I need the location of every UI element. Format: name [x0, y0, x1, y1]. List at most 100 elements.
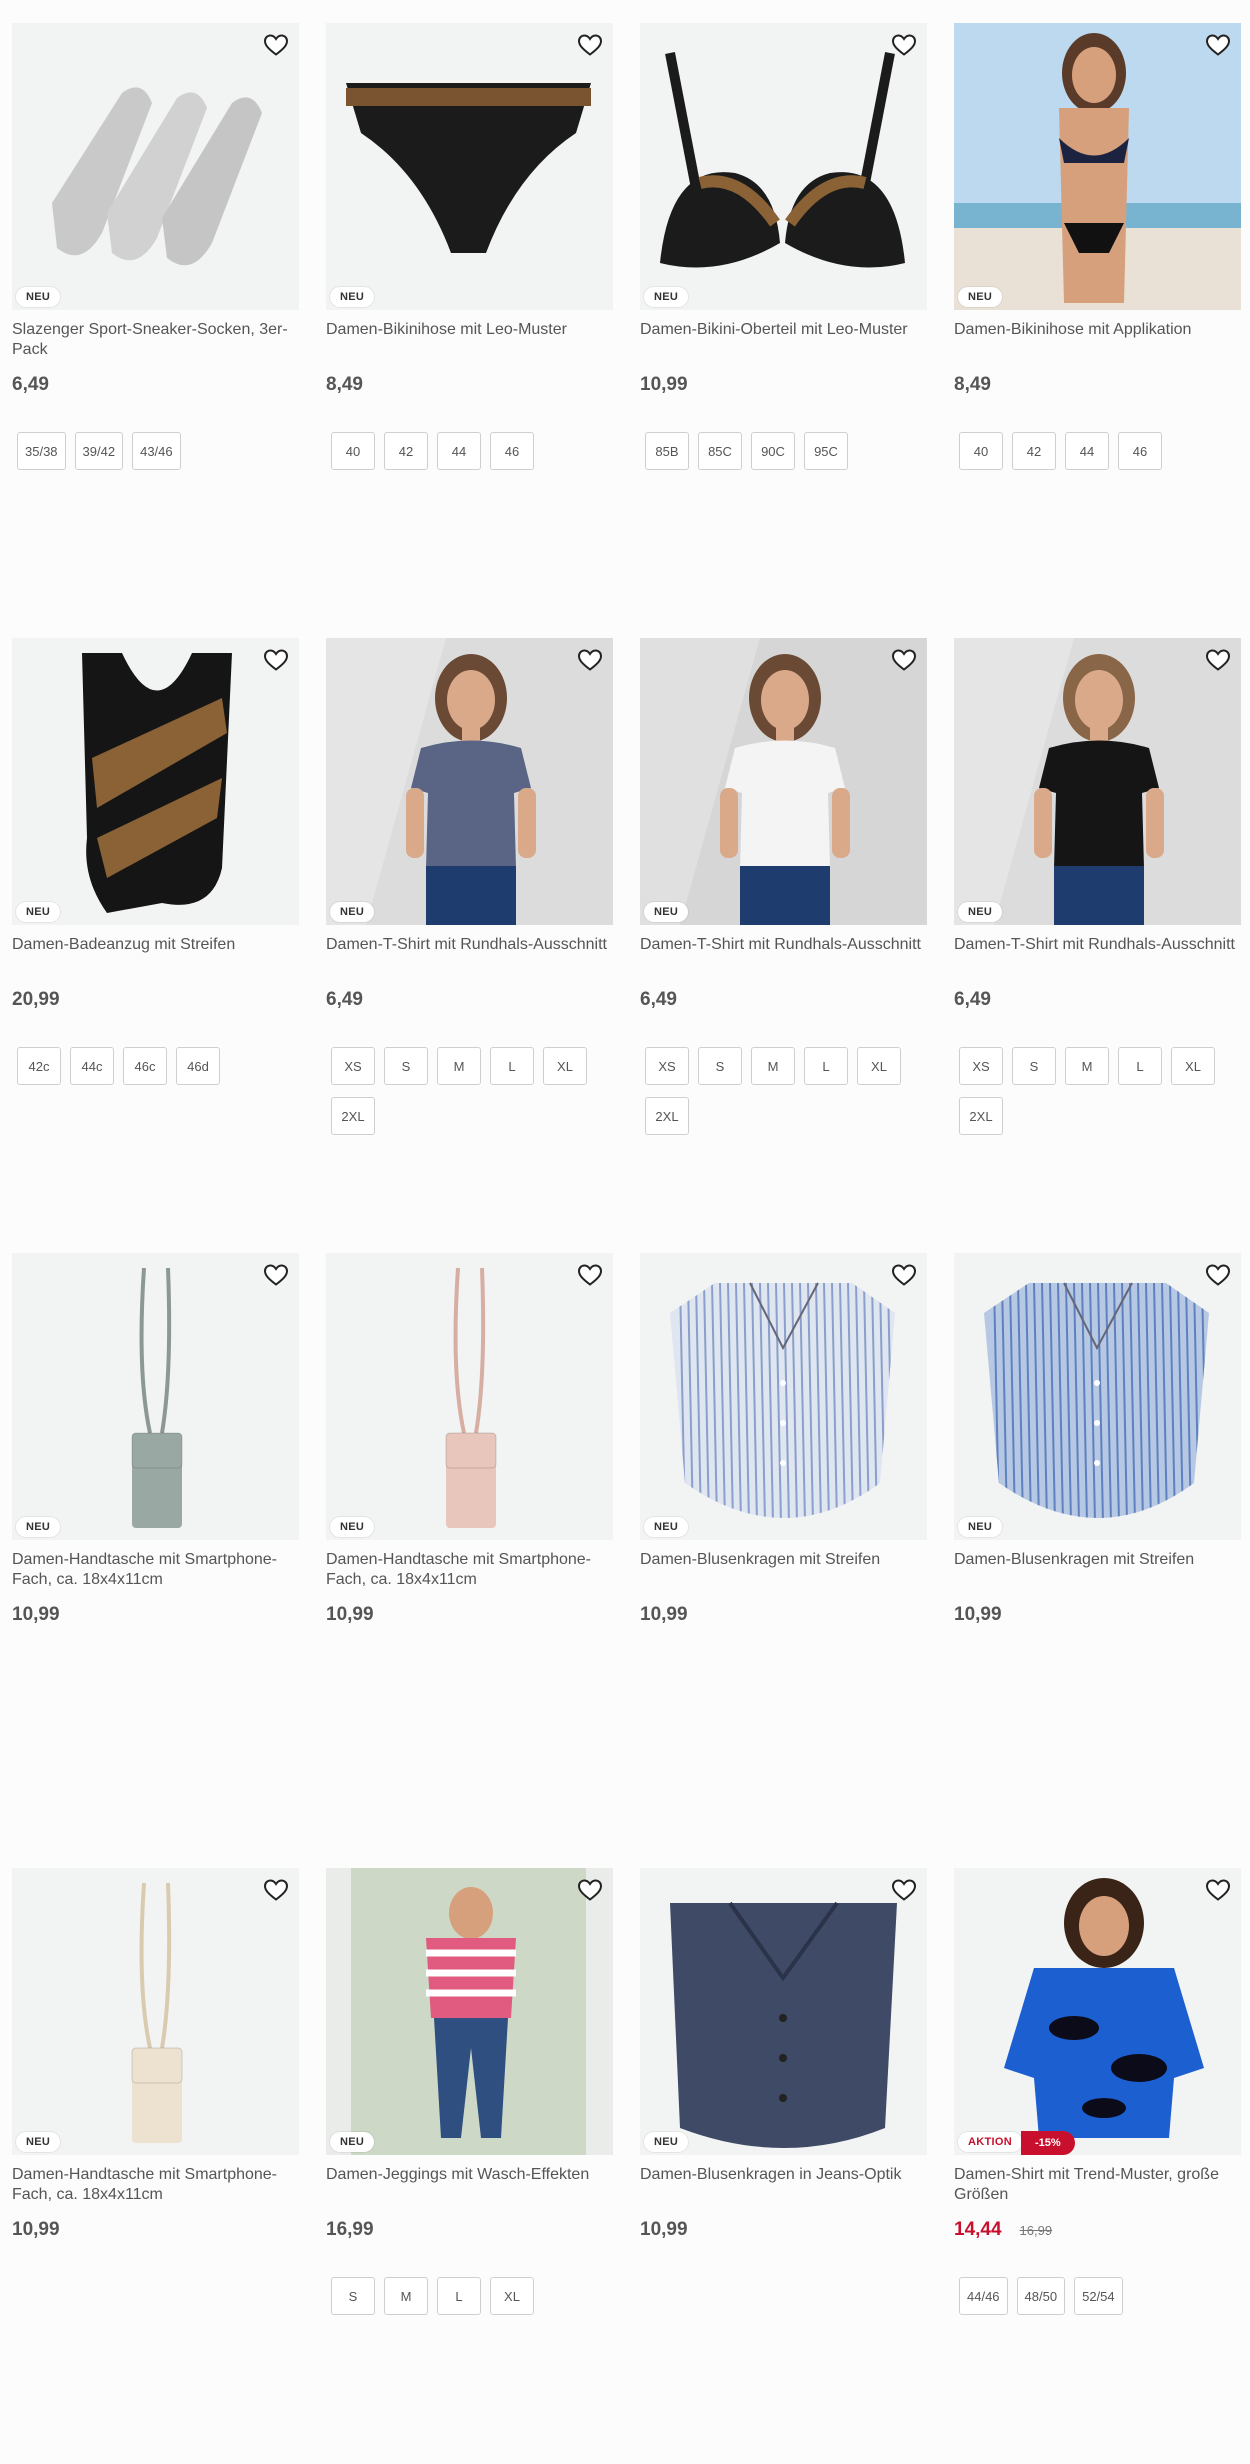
- product-card[interactable]: NEU Damen-T-Shirt mit Rundhals-Ausschnit…: [640, 638, 927, 1135]
- size-option[interactable]: 42: [1012, 432, 1056, 470]
- product-image[interactable]: NEU: [326, 23, 613, 310]
- wishlist-heart-icon[interactable]: [891, 648, 917, 672]
- size-option[interactable]: 44: [437, 432, 481, 470]
- wishlist-heart-icon[interactable]: [577, 33, 603, 57]
- product-title[interactable]: Damen-Shirt mit Trend-Muster, große Größ…: [954, 2165, 1241, 2205]
- size-option[interactable]: L: [490, 1047, 534, 1085]
- size-option[interactable]: S: [698, 1047, 742, 1085]
- size-option[interactable]: 39/42: [74, 432, 124, 470]
- size-option[interactable]: 46: [1118, 432, 1162, 470]
- size-option[interactable]: 46: [490, 432, 534, 470]
- product-title[interactable]: Damen-Jeggings mit Wasch-Effekten: [326, 2165, 613, 2205]
- size-option[interactable]: 44c: [70, 1047, 114, 1085]
- size-option[interactable]: 44: [1065, 432, 1109, 470]
- size-option[interactable]: 2XL: [959, 1097, 1003, 1135]
- size-option[interactable]: 40: [331, 432, 375, 470]
- size-option[interactable]: 2XL: [331, 1097, 375, 1135]
- product-title[interactable]: Damen-Badeanzug mit Streifen: [12, 935, 299, 975]
- product-card[interactable]: NEU Damen-Badeanzug mit Streifen 20,99 4…: [12, 638, 299, 1085]
- product-title[interactable]: Damen-Bikini-Oberteil mit Leo-Muster: [640, 320, 927, 360]
- product-card[interactable]: NEU Damen-Handtasche mit Smartphone-Fach…: [326, 1253, 613, 1626]
- product-image[interactable]: NEU: [640, 638, 927, 925]
- product-title[interactable]: Damen-Blusenkragen mit Streifen: [954, 1550, 1241, 1590]
- wishlist-heart-icon[interactable]: [263, 1263, 289, 1287]
- product-card[interactable]: AKTION -15% Damen-Shirt mit Trend-Muster…: [954, 1868, 1241, 2315]
- wishlist-heart-icon[interactable]: [577, 648, 603, 672]
- product-title[interactable]: Damen-Bikinihose mit Applikation: [954, 320, 1241, 360]
- size-option[interactable]: 46d: [176, 1047, 220, 1085]
- product-card[interactable]: NEU Damen-Handtasche mit Smartphone-Fach…: [12, 1868, 299, 2241]
- size-option[interactable]: 42c: [17, 1047, 61, 1085]
- product-title[interactable]: Damen-Bikinihose mit Leo-Muster: [326, 320, 613, 360]
- size-option[interactable]: 85C: [698, 432, 742, 470]
- size-option[interactable]: XS: [331, 1047, 375, 1085]
- wishlist-heart-icon[interactable]: [263, 1878, 289, 1902]
- size-option[interactable]: 52/54: [1074, 2277, 1123, 2315]
- product-title[interactable]: Damen-Handtasche mit Smartphone-Fach, ca…: [326, 1550, 613, 1590]
- product-title[interactable]: Slazenger Sport-Sneaker-Socken, 3er-Pack: [12, 320, 299, 360]
- size-option[interactable]: XL: [543, 1047, 587, 1085]
- product-title[interactable]: Damen-T-Shirt mit Rundhals-Ausschnitt: [640, 935, 927, 975]
- product-card[interactable]: NEU Damen-Blusenkragen mit Streifen 10,9…: [640, 1253, 927, 1626]
- product-image[interactable]: NEU: [954, 638, 1241, 925]
- product-title[interactable]: Damen-Handtasche mit Smartphone-Fach, ca…: [12, 1550, 299, 1590]
- size-option[interactable]: 42: [384, 432, 428, 470]
- product-title[interactable]: Damen-Blusenkragen mit Streifen: [640, 1550, 927, 1590]
- product-card[interactable]: NEU Damen-T-Shirt mit Rundhals-Ausschnit…: [954, 638, 1241, 1135]
- product-card[interactable]: NEU Damen-T-Shirt mit Rundhals-Ausschnit…: [326, 638, 613, 1135]
- size-option[interactable]: XS: [959, 1047, 1003, 1085]
- product-image[interactable]: NEU: [640, 1868, 927, 2155]
- size-option[interactable]: L: [1118, 1047, 1162, 1085]
- wishlist-heart-icon[interactable]: [263, 33, 289, 57]
- size-option[interactable]: M: [384, 2277, 428, 2315]
- size-option[interactable]: 35/38: [17, 432, 66, 470]
- wishlist-heart-icon[interactable]: [891, 1263, 917, 1287]
- wishlist-heart-icon[interactable]: [1205, 648, 1231, 672]
- product-card[interactable]: NEU Slazenger Sport-Sneaker-Socken, 3er-…: [12, 23, 299, 470]
- product-card[interactable]: NEU Damen-Bikini-Oberteil mit Leo-Muster…: [640, 23, 927, 470]
- product-image[interactable]: NEU: [954, 23, 1241, 310]
- wishlist-heart-icon[interactable]: [891, 33, 917, 57]
- product-card[interactable]: NEU Damen-Blusenkragen in Jeans-Optik 10…: [640, 1868, 927, 2241]
- size-option[interactable]: XS: [645, 1047, 689, 1085]
- size-option[interactable]: S: [384, 1047, 428, 1085]
- product-image[interactable]: AKTION -15%: [954, 1868, 1241, 2155]
- size-option[interactable]: L: [804, 1047, 848, 1085]
- size-option[interactable]: S: [331, 2277, 375, 2315]
- wishlist-heart-icon[interactable]: [577, 1878, 603, 1902]
- wishlist-heart-icon[interactable]: [577, 1263, 603, 1287]
- product-image[interactable]: NEU: [640, 1253, 927, 1540]
- wishlist-heart-icon[interactable]: [1205, 33, 1231, 57]
- wishlist-heart-icon[interactable]: [891, 1878, 917, 1902]
- product-image[interactable]: NEU: [12, 1868, 299, 2155]
- size-option[interactable]: 95C: [804, 432, 848, 470]
- size-option[interactable]: 46c: [123, 1047, 167, 1085]
- product-image[interactable]: NEU: [326, 638, 613, 925]
- product-card[interactable]: NEU Damen-Bikinihose mit Leo-Muster 8,49…: [326, 23, 613, 470]
- product-image[interactable]: NEU: [326, 1868, 613, 2155]
- product-image[interactable]: NEU: [326, 1253, 613, 1540]
- size-option[interactable]: 2XL: [645, 1097, 689, 1135]
- size-option[interactable]: M: [1065, 1047, 1109, 1085]
- product-card[interactable]: NEU Damen-Handtasche mit Smartphone-Fach…: [12, 1253, 299, 1626]
- product-title[interactable]: Damen-T-Shirt mit Rundhals-Ausschnitt: [954, 935, 1241, 975]
- size-option[interactable]: 43/46: [132, 432, 181, 470]
- size-option[interactable]: XL: [490, 2277, 534, 2315]
- product-card[interactable]: NEU Damen-Jeggings mit Wasch-Effekten 16…: [326, 1868, 613, 2315]
- product-title[interactable]: Damen-T-Shirt mit Rundhals-Ausschnitt: [326, 935, 613, 975]
- size-option[interactable]: 85B: [645, 432, 689, 470]
- size-option[interactable]: XL: [1171, 1047, 1215, 1085]
- product-image[interactable]: NEU: [954, 1253, 1241, 1540]
- size-option[interactable]: XL: [857, 1047, 901, 1085]
- size-option[interactable]: M: [437, 1047, 481, 1085]
- product-title[interactable]: Damen-Blusenkragen in Jeans-Optik: [640, 2165, 927, 2205]
- size-option[interactable]: S: [1012, 1047, 1056, 1085]
- size-option[interactable]: 48/50: [1016, 2277, 1066, 2315]
- product-title[interactable]: Damen-Handtasche mit Smartphone-Fach, ca…: [12, 2165, 299, 2205]
- wishlist-heart-icon[interactable]: [263, 648, 289, 672]
- product-card[interactable]: NEU Damen-Blusenkragen mit Streifen 10,9…: [954, 1253, 1241, 1626]
- wishlist-heart-icon[interactable]: [1205, 1878, 1231, 1902]
- size-option[interactable]: 40: [959, 432, 1003, 470]
- product-image[interactable]: NEU: [12, 23, 299, 310]
- size-option[interactable]: L: [437, 2277, 481, 2315]
